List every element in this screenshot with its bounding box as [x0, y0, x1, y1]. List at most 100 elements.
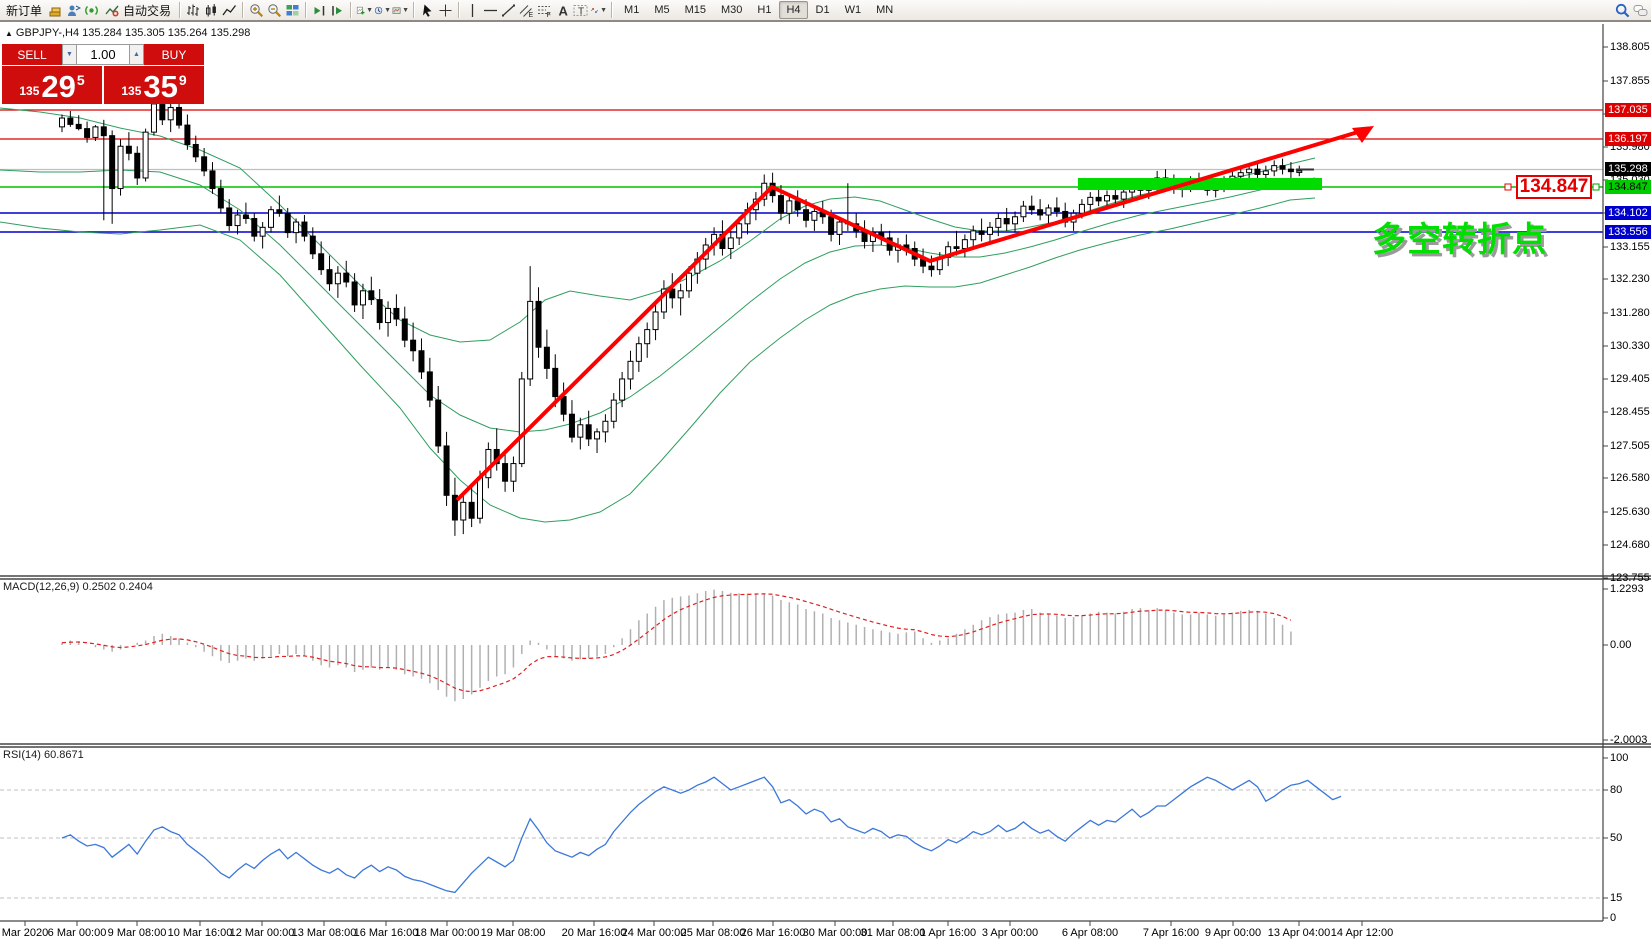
candle-body — [503, 464, 508, 482]
time-axis-label: 25 Mar 08:00 — [681, 927, 746, 939]
candle-body — [319, 254, 324, 270]
market-watch-icon[interactable] — [65, 2, 82, 19]
chat-icon[interactable] — [1632, 2, 1649, 19]
bar-chart-icon[interactable] — [185, 2, 202, 19]
candle-body — [151, 104, 156, 132]
candle-body — [1029, 206, 1034, 210]
time-axis-label: 6 Apr 08:00 — [1062, 927, 1118, 939]
text-label-icon[interactable]: T — [572, 2, 589, 19]
arrows-icon[interactable]: ▼ — [590, 2, 607, 19]
periods-icon-dropdown-arrow[interactable]: ▼ — [384, 7, 391, 14]
candle-body — [436, 400, 441, 446]
indicators-icon[interactable]: ▼ — [356, 2, 373, 19]
sell-button[interactable]: SELL — [2, 44, 62, 65]
price-line-chip: 133.556 — [1605, 225, 1651, 239]
auto-scroll-icon[interactable] — [311, 2, 328, 19]
indicators-icon-glyph — [356, 3, 365, 18]
crosshair-icon[interactable] — [437, 2, 454, 19]
candle-body — [369, 291, 374, 300]
candle-body — [260, 227, 265, 236]
candle-body — [1038, 210, 1043, 215]
timeframe-button-m30[interactable]: M30 — [714, 1, 749, 19]
candle-body — [444, 446, 449, 495]
one-click-trade-panel: SELL ▼ 1.00 ▲ BUY 135 29 5 135 35 9 — [2, 44, 204, 104]
chart-canvas[interactable] — [0, 0, 1651, 946]
candlestick-chart-icon[interactable] — [203, 2, 220, 19]
trendline-icon[interactable] — [500, 2, 517, 19]
candle-body — [294, 222, 299, 233]
chat-icon-glyph — [1633, 3, 1648, 18]
timeframe-button-h1[interactable]: H1 — [750, 1, 778, 19]
timeframe-button-m15[interactable]: M15 — [678, 1, 713, 19]
equidistant-channel-icon-glyph: E — [519, 3, 534, 18]
buy-price[interactable]: 135 35 9 — [104, 66, 204, 104]
timeframe-button-w1[interactable]: W1 — [838, 1, 869, 19]
line-chart-icon[interactable] — [221, 2, 238, 19]
svg-text:F: F — [547, 12, 551, 18]
candle-body — [996, 219, 1001, 228]
indicators-icon-dropdown-arrow[interactable]: ▼ — [366, 7, 373, 14]
vertical-line-icon[interactable] — [464, 2, 481, 19]
volume-up-button[interactable]: ▲ — [129, 44, 144, 65]
price-tick-label: 126.580 — [1610, 472, 1650, 485]
zoom-in-icon[interactable] — [248, 2, 265, 19]
candle-body — [1238, 173, 1243, 177]
price-tick-label: 125.630 — [1610, 506, 1650, 519]
price-callout-134847[interactable]: 134.847 — [1516, 175, 1592, 199]
rsi-tick-label: 0 — [1610, 912, 1616, 925]
timeframe-button-m5[interactable]: M5 — [647, 1, 676, 19]
timeframe-button-m1[interactable]: M1 — [617, 1, 646, 19]
chart-shift-icon[interactable] — [329, 2, 346, 19]
time-axis-label: 9 Mar 08:00 — [108, 927, 167, 939]
timeframe-button-d1[interactable]: D1 — [809, 1, 837, 19]
chart-shift-icon-glyph — [330, 3, 345, 18]
auto-trading-button[interactable]: 自动交易 — [101, 1, 175, 20]
sell-price[interactable]: 135 29 5 — [2, 66, 102, 104]
buy-button[interactable]: BUY — [144, 44, 204, 65]
horizontal-line-icon[interactable] — [482, 2, 499, 19]
volume-input[interactable]: 1.00 — [77, 44, 129, 65]
arrows-icon-dropdown-arrow[interactable]: ▼ — [600, 7, 607, 14]
search-icon[interactable] — [1614, 2, 1631, 19]
rsi-tick-label: 100 — [1610, 752, 1628, 765]
templates-icon-dropdown-arrow[interactable]: ▼ — [402, 7, 409, 14]
templates-icon[interactable]: ▼ — [392, 2, 409, 19]
candle-body — [1121, 192, 1126, 199]
time-axis-label: 14 Apr 12:00 — [1331, 927, 1393, 939]
candle-body — [962, 240, 967, 249]
price-line-chip: 134.102 — [1605, 206, 1651, 220]
time-axis-label: 12 Mar 00:00 — [230, 927, 295, 939]
signal-icon[interactable] — [83, 2, 100, 19]
periods-icon[interactable]: ▼ — [374, 2, 391, 19]
candle-body — [737, 224, 742, 238]
timeframe-button-h4[interactable]: H4 — [779, 1, 807, 19]
candle-body — [829, 217, 834, 235]
toolbar-separator — [458, 2, 460, 18]
gold-bars-icon[interactable] — [47, 2, 64, 19]
fibonacci-icon-glyph: F — [537, 3, 552, 18]
timeframe-button-mn[interactable]: MN — [869, 1, 900, 19]
candle-body — [787, 201, 792, 213]
tile-windows-icon[interactable] — [284, 2, 301, 19]
macd-indicator-label: MACD(12,26,9) 0.2502 0.2404 — [3, 581, 153, 593]
candle-body — [277, 210, 282, 214]
candle-body — [461, 502, 466, 520]
zoom-out-icon[interactable] — [266, 2, 283, 19]
candle-body — [478, 478, 483, 519]
toolbar-separator — [413, 2, 415, 18]
rsi-tick-label: 15 — [1610, 892, 1622, 905]
equidistant-channel-icon[interactable]: E — [518, 2, 535, 19]
candle-body — [344, 273, 349, 282]
zoom-in-icon-glyph — [249, 3, 264, 18]
text-icon[interactable]: A — [554, 2, 571, 19]
candle-body — [1021, 206, 1026, 217]
fibonacci-icon[interactable]: F — [536, 2, 553, 19]
candle-body — [335, 273, 340, 284]
turning-point-annotation[interactable]: 多空转折点 — [1372, 212, 1547, 261]
buy-price-handle: 135 — [121, 84, 141, 98]
candle-body — [1113, 196, 1118, 200]
cursor-icon[interactable] — [419, 2, 436, 19]
new-order-button[interactable]: 新订单 — [2, 1, 46, 20]
candle-body — [528, 301, 533, 379]
volume-down-button[interactable]: ▼ — [62, 44, 77, 65]
